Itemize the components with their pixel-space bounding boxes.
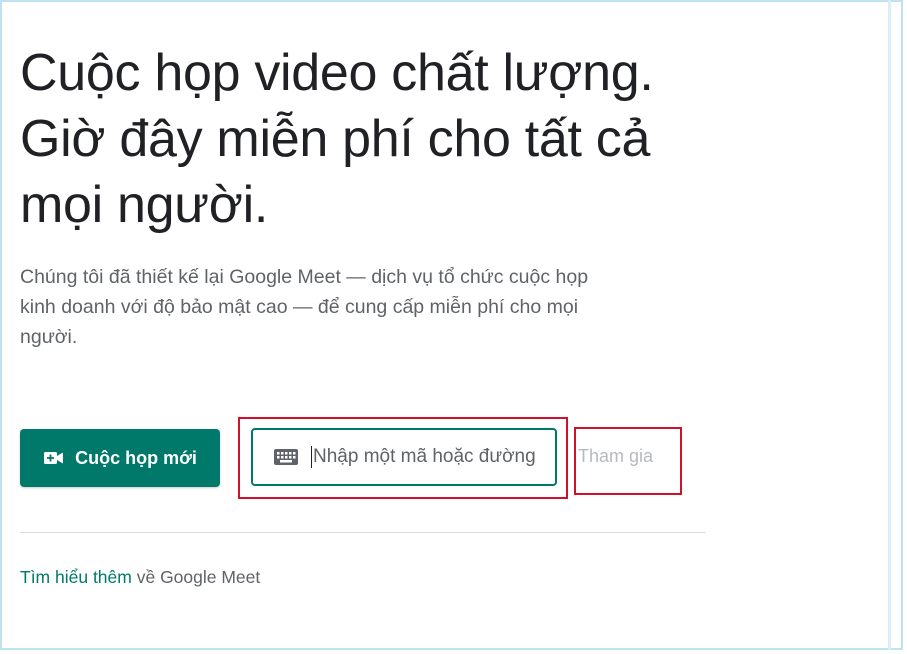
meeting-code-input[interactable] — [311, 446, 543, 468]
learn-more-link[interactable]: Tìm hiểu thêm — [20, 567, 132, 587]
new-meeting-label: Cuộc họp mới — [75, 447, 197, 468]
video-plus-icon — [43, 449, 65, 467]
learn-more-line: Tìm hiểu thêm về Google Meet — [20, 567, 260, 588]
learn-more-suffix: về Google Meet — [131, 567, 261, 587]
meeting-code-field[interactable] — [251, 428, 557, 486]
hero-headline: Cuộc họp video chất lượng. Giờ đây miễn … — [20, 44, 654, 234]
new-meeting-button[interactable]: Cuộc họp mới — [20, 429, 220, 487]
join-button[interactable]: Tham gia — [578, 446, 653, 467]
divider — [20, 532, 706, 533]
keyboard-icon — [273, 447, 299, 467]
hero-description: Chúng tôi đã thiết kế lại Google Meet — … — [20, 266, 589, 348]
frame-edge — [888, 0, 891, 650]
